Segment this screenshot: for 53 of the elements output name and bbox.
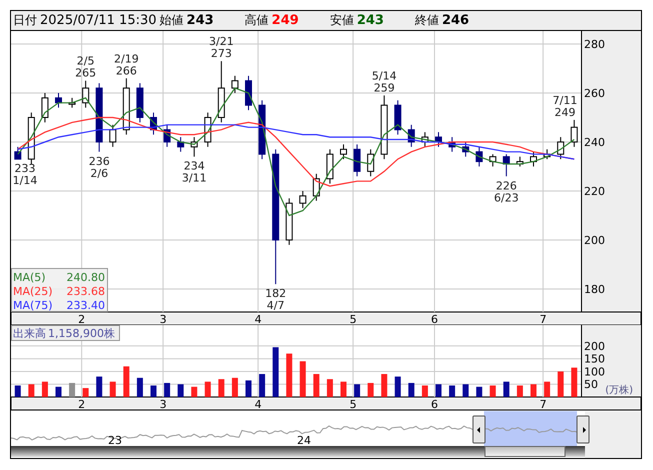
- price-axis-label: 200: [584, 234, 605, 247]
- volume-total: 1,158,900株: [48, 327, 115, 340]
- month-axis-label: 6: [431, 398, 438, 411]
- price-axis-label: 180: [584, 282, 605, 296]
- month-axis-label: 3: [160, 398, 167, 411]
- price-axis-label: 260: [584, 86, 605, 100]
- price-field-label: 始値: [160, 12, 184, 29]
- volume-axis-label: 200: [584, 340, 605, 353]
- price-annotation: 234 3/11: [182, 160, 207, 185]
- price-field-label: 高値: [244, 12, 269, 29]
- price-field-value: 243: [356, 13, 384, 28]
- price-axis-label: 220: [584, 184, 605, 198]
- month-axis-label: 3: [160, 313, 167, 325]
- price-axis-label: 240: [584, 136, 605, 149]
- price-field-value: 243: [186, 13, 214, 28]
- price-annotation: 3/21 273: [209, 35, 234, 60]
- legend-value: 233.40: [66, 299, 105, 312]
- date-label: 日付: [13, 12, 37, 29]
- year-label: 23: [108, 434, 122, 447]
- legend-value: 240.80: [66, 271, 105, 284]
- price-annotation: 2/19 266: [114, 52, 139, 78]
- price-annotation: 233 1/14: [12, 162, 38, 188]
- month-axis-label: 7: [540, 313, 547, 325]
- legend-value: 233.68: [66, 285, 105, 298]
- price-field-label: 安値: [330, 12, 354, 29]
- month-axis-label: 4: [254, 398, 262, 411]
- month-axis-label: 5: [350, 398, 357, 411]
- legend-series-name: MA(25): [13, 285, 53, 298]
- volume-unit-label: (万株): [605, 385, 633, 396]
- price-annotation: 7/11 249: [552, 94, 578, 119]
- month-axis-label: 2: [78, 313, 86, 325]
- month-axis-label: 4: [254, 313, 262, 325]
- price-annotation: 2/5 265: [75, 54, 96, 80]
- year-label: 24: [297, 434, 311, 447]
- price-field-label: 終値: [414, 12, 439, 29]
- price-annotation: 5/14 259: [372, 69, 397, 94]
- price-annotation: 236 2/6: [88, 154, 110, 180]
- volume-axis-label: 50: [584, 378, 598, 392]
- legend-series-name: MA(75): [13, 299, 53, 312]
- price-field-value: 249: [272, 13, 299, 28]
- month-axis-label: 6: [431, 313, 438, 325]
- price-field-value: 246: [442, 13, 470, 28]
- date-value: 2025/07/11 15:30: [40, 13, 157, 28]
- month-axis-label: 7: [540, 398, 547, 411]
- month-axis-label: 2: [78, 398, 86, 411]
- legend-series-name: MA(5): [13, 271, 46, 284]
- price-axis-label: 280: [584, 38, 605, 51]
- month-axis-label: 5: [350, 313, 357, 325]
- volume-axis-label: 150: [584, 352, 605, 366]
- volume-title: 出来高: [13, 327, 46, 340]
- price-annotation: 182 4/7: [265, 287, 286, 312]
- price-annotation: 226 6/23: [494, 179, 519, 204]
- volume-axis-label: 100: [584, 365, 605, 378]
